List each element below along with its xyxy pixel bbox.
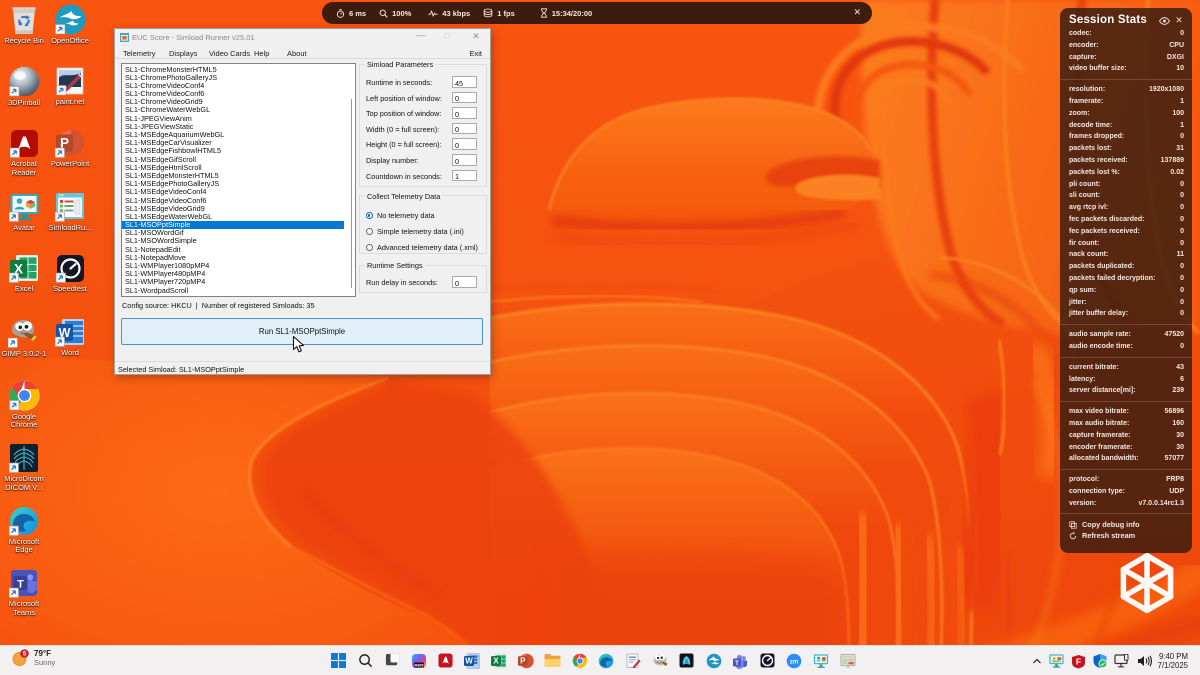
svg-text:W: W [466, 656, 474, 665]
svg-text:P: P [520, 656, 526, 665]
svg-text:zm: zm [790, 659, 798, 665]
svg-text:F: F [1076, 656, 1081, 666]
svg-text:T: T [735, 659, 739, 666]
svg-text:X: X [494, 656, 500, 665]
svg-text:M365: M365 [414, 663, 423, 667]
